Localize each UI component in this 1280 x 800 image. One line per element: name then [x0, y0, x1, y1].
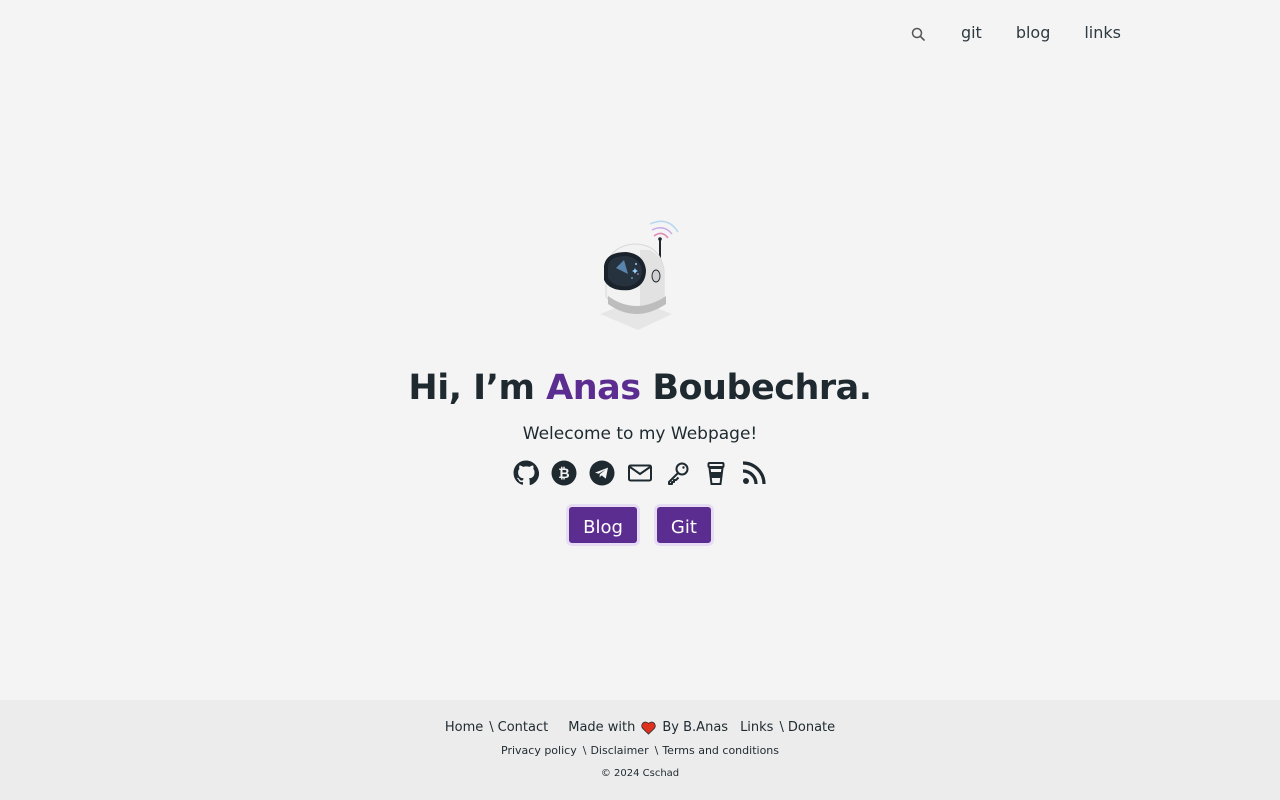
nav-links[interactable]: links [1084, 23, 1121, 42]
separator: \ [654, 744, 659, 757]
separator: \ [489, 720, 494, 735]
coffee-cup-icon[interactable] [703, 460, 729, 486]
hero-buttons: Blog Git [566, 504, 714, 546]
footer-row-legal: Privacy policy \ Disclaimer \ Terms and … [501, 744, 779, 757]
footer-home-link[interactable]: Home [445, 720, 483, 735]
bitcoin-icon[interactable]: ₿ [551, 460, 577, 486]
telegram-icon[interactable] [589, 460, 615, 486]
title-name: Anas [546, 368, 641, 408]
terms-link[interactable]: Terms and conditions [662, 744, 779, 757]
nav-blog[interactable]: blog [1016, 23, 1051, 42]
title-suffix: Boubechra. [652, 368, 872, 408]
footer-links-link[interactable]: Links [740, 720, 773, 735]
top-nav: git blog links [909, 18, 1121, 46]
title-prefix: Hi, I’m [408, 368, 535, 408]
page-title: Hi, I’m Anas Boubechra. [408, 368, 872, 408]
key-icon[interactable] [665, 460, 691, 486]
astronaut-helmet-icon [600, 220, 679, 330]
heart-icon [641, 721, 657, 735]
blog-button[interactable]: Blog [566, 504, 640, 546]
footer-row-primary: Home \ Contact Made with By B.Anas Links… [445, 720, 835, 735]
footer: Home \ Contact Made with By B.Anas Links… [0, 700, 1280, 800]
subtitle: Welecome to my Webpage! [522, 424, 758, 444]
copyright: © 2024 Cschad [600, 768, 680, 779]
made-by-label: By B.Anas [662, 720, 729, 735]
footer-contact-link[interactable]: Contact [498, 720, 549, 735]
disclaimer-link[interactable]: Disclaimer [590, 744, 648, 757]
email-icon[interactable] [627, 460, 653, 486]
nav-git[interactable]: git [961, 23, 982, 42]
github-icon[interactable] [513, 460, 539, 486]
separator: \ [779, 720, 784, 735]
rss-icon[interactable] [741, 460, 767, 486]
separator: \ [582, 744, 587, 757]
git-button[interactable]: Git [653, 504, 714, 546]
page: git blog links Hi, I’m Anas Boubechra. W… [0, 0, 1280, 800]
social-links: ₿ [513, 460, 767, 486]
made-with-label: Made with [568, 720, 636, 735]
made-with: Made with By B.Anas [568, 720, 728, 735]
search-icon[interactable] [909, 25, 927, 43]
privacy-policy-link[interactable]: Privacy policy [501, 744, 577, 757]
footer-donate-link[interactable]: Donate [788, 720, 835, 735]
hero: Hi, I’m Anas Boubechra. Welecome to my W… [0, 210, 1280, 546]
svg-text:₿: ₿ [558, 466, 569, 482]
